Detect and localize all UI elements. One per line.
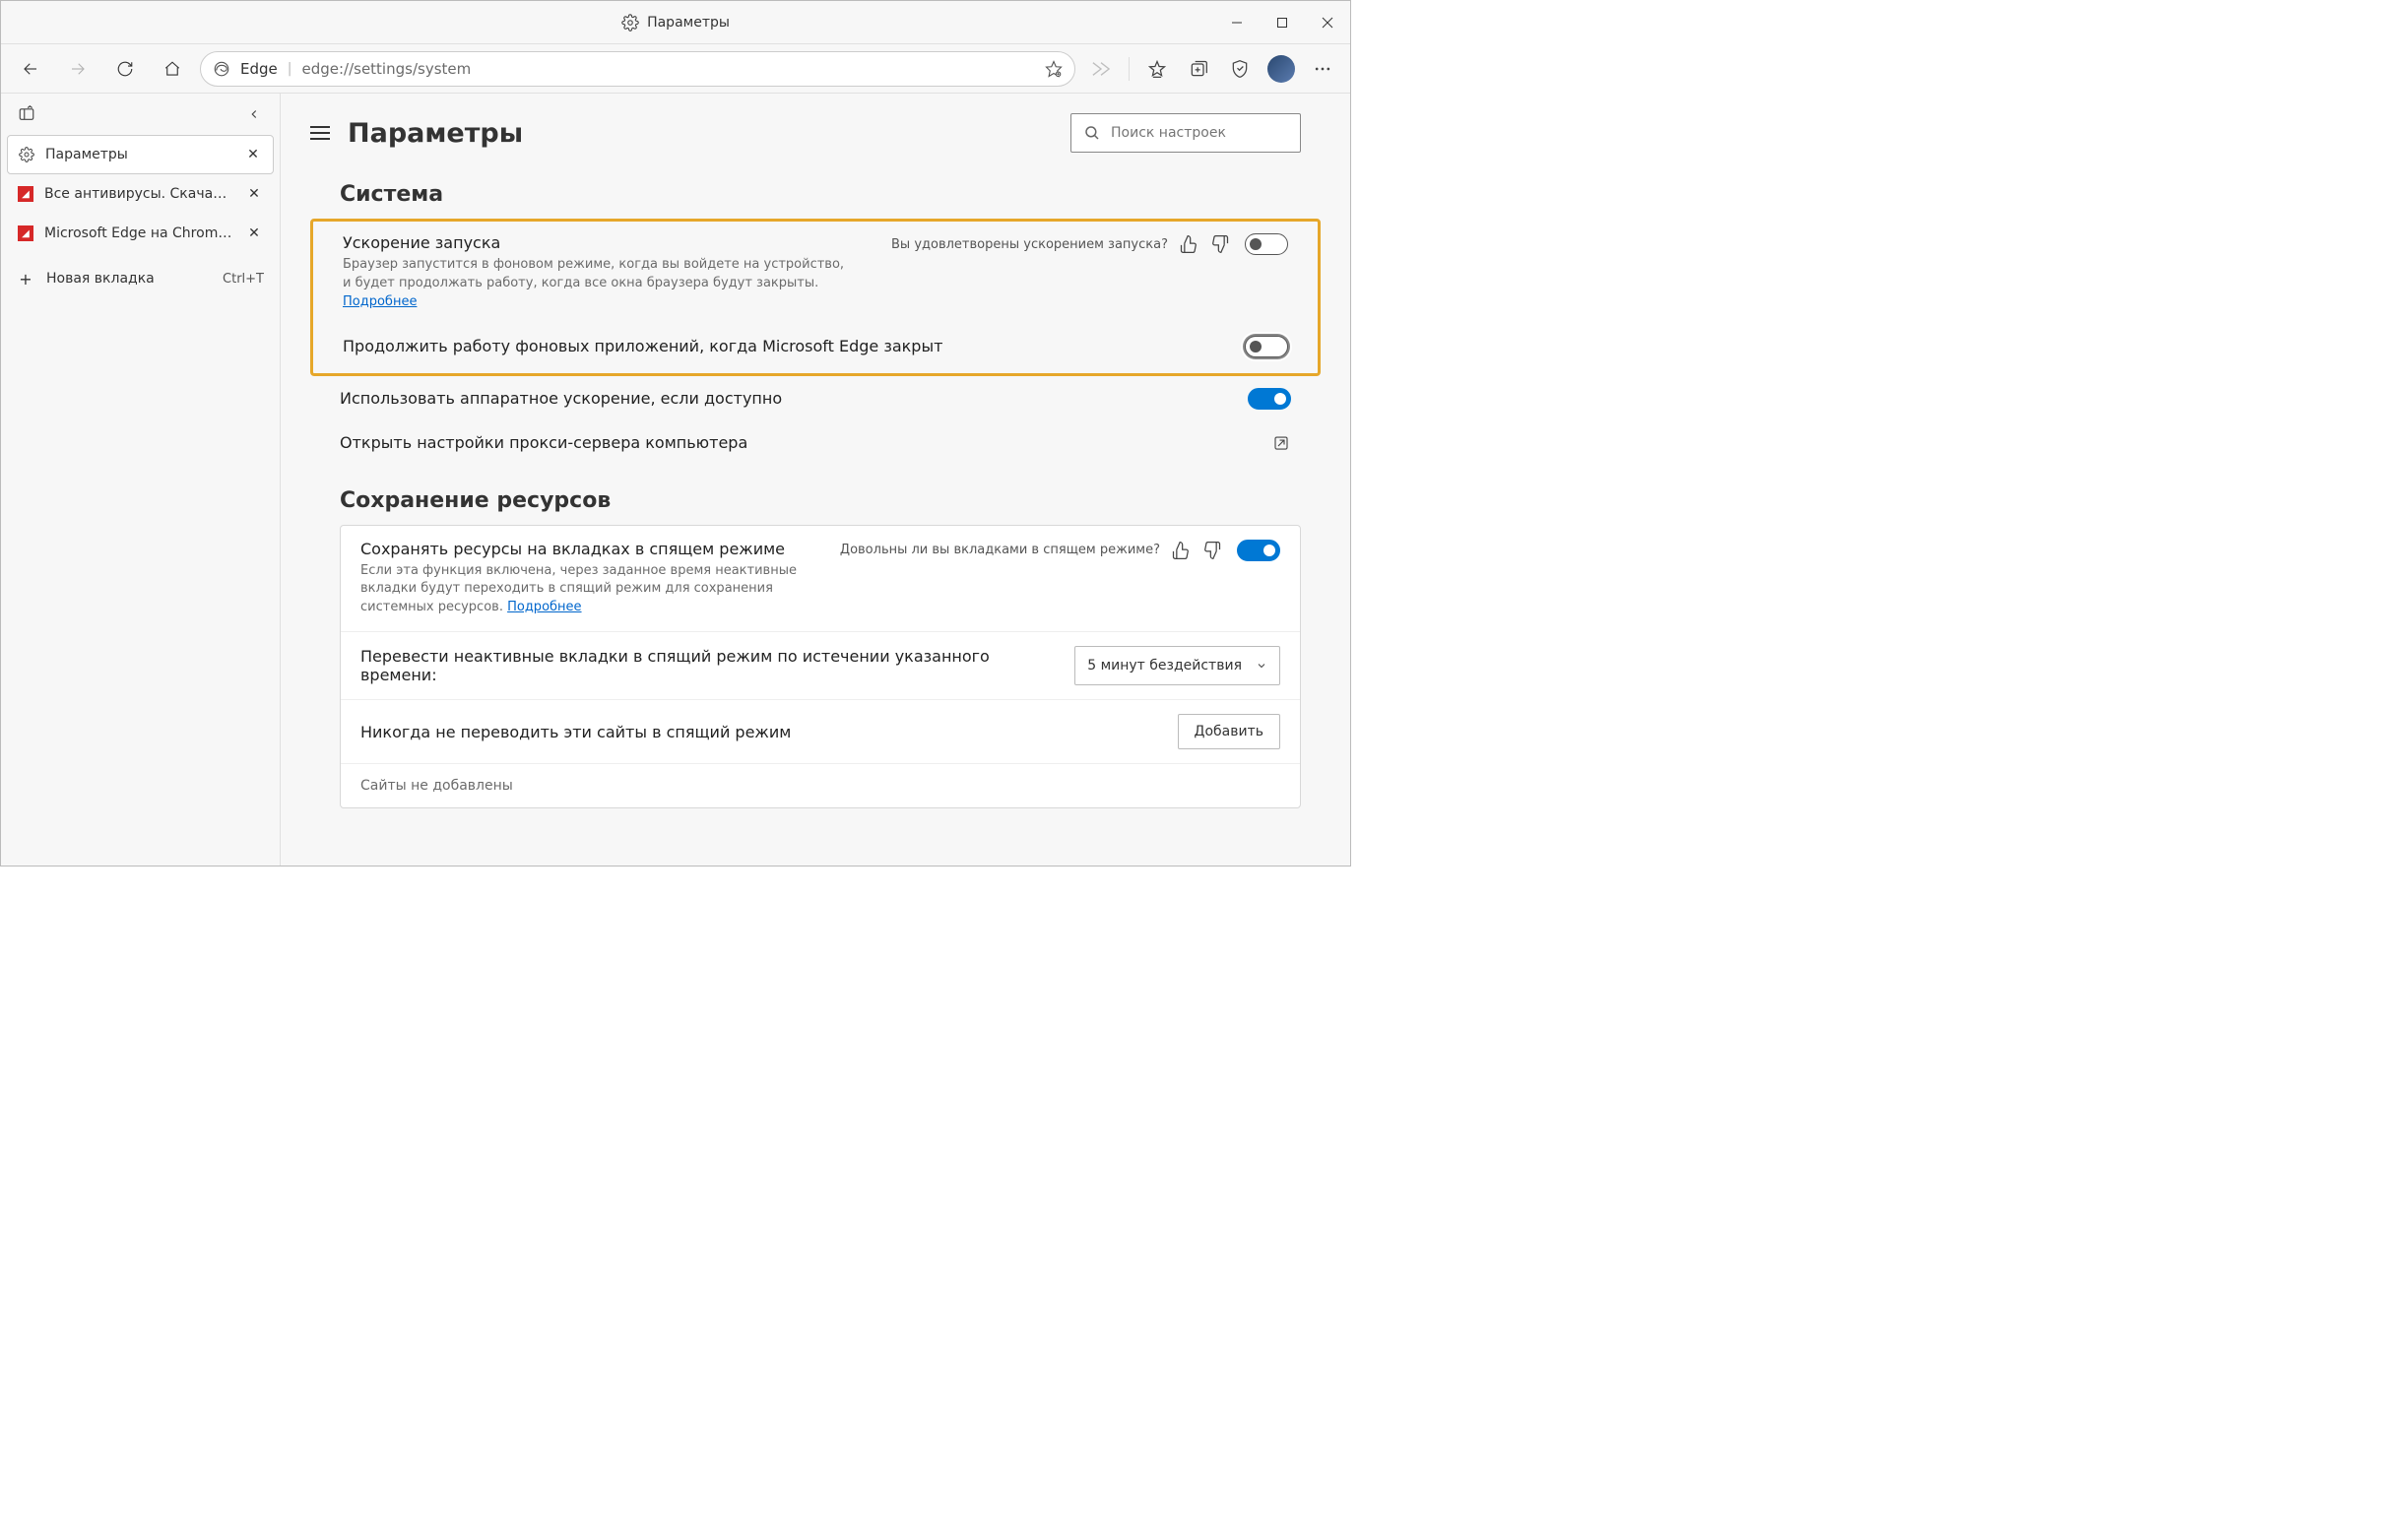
toggle-hw-accel[interactable] bbox=[1248, 388, 1291, 410]
window-title: Параметры bbox=[647, 15, 730, 31]
empty-sites-text: Сайты не добавлены bbox=[341, 764, 1300, 807]
thumbs-up-icon[interactable] bbox=[1170, 540, 1192, 561]
tab-close-icon[interactable]: ✕ bbox=[244, 225, 264, 241]
body: Параметры ✕ ◢ Все антивирусы. Скачать бе… bbox=[1, 94, 1350, 866]
url-separator: | bbox=[288, 61, 292, 77]
sleep-timeout-select[interactable]: 5 минут бездействия bbox=[1074, 646, 1280, 685]
thumbs-up-icon[interactable] bbox=[1178, 233, 1199, 255]
shield-icon[interactable] bbox=[1222, 51, 1258, 87]
new-tab-button[interactable]: + Новая вкладка Ctrl+T bbox=[7, 259, 274, 298]
toolbar-actions bbox=[1083, 51, 1340, 87]
setting-title: Сохранять ресурсы на вкладках в спящем р… bbox=[360, 540, 826, 558]
toolbar-divider bbox=[1129, 57, 1130, 81]
tab-close-icon[interactable]: ✕ bbox=[243, 147, 263, 162]
resources-card: Сохранять ресурсы на вкладках в спящем р… bbox=[340, 525, 1301, 809]
tab-label: Все антивирусы. Скачать беспл… bbox=[44, 186, 234, 202]
feedback-text: Довольны ли вы вкладками в спящем режиме… bbox=[840, 543, 1160, 557]
section-title-resources: Сохранение ресурсов bbox=[340, 488, 1350, 513]
add-site-button[interactable]: Добавить bbox=[1178, 714, 1280, 749]
url-text: edge://settings/system bbox=[301, 60, 1035, 78]
new-tab-shortcut: Ctrl+T bbox=[223, 272, 264, 287]
thumbs-down-icon[interactable] bbox=[1209, 233, 1231, 255]
url-profile: Edge bbox=[240, 60, 278, 78]
external-link-icon bbox=[1271, 433, 1291, 453]
page-title: Параметры bbox=[348, 118, 523, 149]
setting-title: Использовать аппаратное ускорение, если … bbox=[340, 389, 1234, 408]
settings-content: Параметры Система Ускорение запуска Брау… bbox=[281, 94, 1350, 866]
feedback-text: Вы удовлетворены ускорением запуска? bbox=[891, 237, 1168, 252]
favicon: ◢ bbox=[17, 225, 34, 242]
toggle-sleeping-tabs[interactable] bbox=[1237, 540, 1280, 561]
profile-avatar[interactable] bbox=[1263, 51, 1299, 87]
zoom-icon[interactable] bbox=[1083, 51, 1119, 87]
feedback-group: Вы удовлетворены ускорением запуска? bbox=[891, 233, 1231, 255]
plus-icon: + bbox=[17, 270, 34, 289]
close-button[interactable] bbox=[1305, 1, 1350, 44]
content-header: Параметры bbox=[310, 113, 1350, 153]
new-tab-label: Новая вкладка bbox=[46, 271, 211, 287]
setting-title: Никогда не переводить эти сайты в спящий… bbox=[360, 723, 1164, 741]
setting-desc: Если эта функция включена, через заданно… bbox=[360, 562, 826, 618]
learn-more-link[interactable]: Подробнее bbox=[343, 294, 417, 309]
tab-close-icon[interactable]: ✕ bbox=[244, 186, 264, 202]
collections-icon[interactable] bbox=[1181, 51, 1216, 87]
tab-item[interactable]: ◢ Все антивирусы. Скачать беспл… ✕ bbox=[7, 174, 274, 214]
feedback-group: Довольны ли вы вкладками в спящем режиме… bbox=[840, 540, 1223, 561]
thumbs-down-icon[interactable] bbox=[1201, 540, 1223, 561]
setting-title: Открыть настройки прокси-сервера компьют… bbox=[340, 433, 1258, 452]
address-bar[interactable]: Edge | edge://settings/system bbox=[200, 51, 1075, 87]
search-input[interactable] bbox=[1111, 125, 1288, 141]
setting-row-never-sleep: Никогда не переводить эти сайты в спящий… bbox=[341, 700, 1300, 764]
favicon: ◢ bbox=[17, 185, 34, 203]
browser-toolbar: Edge | edge://settings/system bbox=[1, 44, 1350, 94]
tab-item[interactable]: Параметры ✕ bbox=[7, 135, 274, 174]
menu-button[interactable] bbox=[1305, 51, 1340, 87]
titlebar: Параметры bbox=[1, 1, 1350, 44]
tabs-header bbox=[1, 94, 280, 135]
section-title-system: Система bbox=[340, 182, 1350, 207]
vertical-tabs-pane: Параметры ✕ ◢ Все антивирусы. Скачать бе… bbox=[1, 94, 281, 866]
settings-search[interactable] bbox=[1070, 113, 1301, 153]
tab-item[interactable]: ◢ Microsoft Edge на Chromium – Н… ✕ bbox=[7, 214, 274, 253]
hamburger-icon[interactable] bbox=[310, 126, 330, 140]
home-button[interactable] bbox=[153, 49, 192, 89]
collapse-tabs-icon[interactable] bbox=[240, 100, 268, 128]
setting-title: Ускорение запуска bbox=[343, 233, 877, 252]
setting-title: Перевести неактивные вкладки в спящий ре… bbox=[360, 647, 1061, 684]
window-controls bbox=[1214, 1, 1350, 44]
setting-row-hw-accel: Использовать аппаратное ускорение, если … bbox=[310, 376, 1350, 421]
setting-title: Продолжить работу фоновых приложений, ко… bbox=[343, 337, 1231, 355]
chevron-down-icon bbox=[1256, 660, 1267, 672]
gear-icon bbox=[18, 146, 35, 163]
app-window: Параметры Edge | edge://settings/system bbox=[0, 0, 1351, 866]
select-value: 5 минут бездействия bbox=[1087, 658, 1242, 674]
favorite-star-icon[interactable] bbox=[1045, 60, 1063, 78]
setting-row-proxy[interactable]: Открыть настройки прокси-сервера компьют… bbox=[310, 421, 1350, 465]
setting-row-sleep-after: Перевести неактивные вкладки в спящий ре… bbox=[341, 632, 1300, 700]
toggle-background-apps[interactable] bbox=[1245, 336, 1288, 357]
learn-more-link[interactable]: Подробнее bbox=[507, 600, 581, 614]
setting-row-sleeping-tabs: Сохранять ресурсы на вкладках в спящем р… bbox=[341, 526, 1300, 633]
highlighted-region: Ускорение запуска Браузер запустится в ф… bbox=[310, 219, 1321, 376]
setting-desc: Браузер запустится в фоновом режиме, ког… bbox=[343, 256, 845, 312]
edge-icon bbox=[213, 60, 230, 78]
search-icon bbox=[1083, 124, 1101, 142]
setting-row-background-apps: Продолжить работу фоновых приложений, ко… bbox=[313, 324, 1318, 369]
forward-button[interactable] bbox=[58, 49, 97, 89]
gear-icon bbox=[621, 14, 639, 32]
refresh-button[interactable] bbox=[105, 49, 145, 89]
minimize-button[interactable] bbox=[1214, 1, 1260, 44]
setting-row-startup-boost: Ускорение запуска Браузер запустится в ф… bbox=[313, 222, 1318, 324]
toggle-startup-boost[interactable] bbox=[1245, 233, 1288, 255]
favorites-icon[interactable] bbox=[1139, 51, 1175, 87]
tabs-layout-icon[interactable] bbox=[13, 100, 40, 128]
tab-label: Microsoft Edge на Chromium – Н… bbox=[44, 225, 234, 241]
back-button[interactable] bbox=[11, 49, 50, 89]
tab-label: Параметры bbox=[45, 147, 233, 162]
titlebar-title: Параметры bbox=[621, 14, 730, 32]
maximize-button[interactable] bbox=[1260, 1, 1305, 44]
